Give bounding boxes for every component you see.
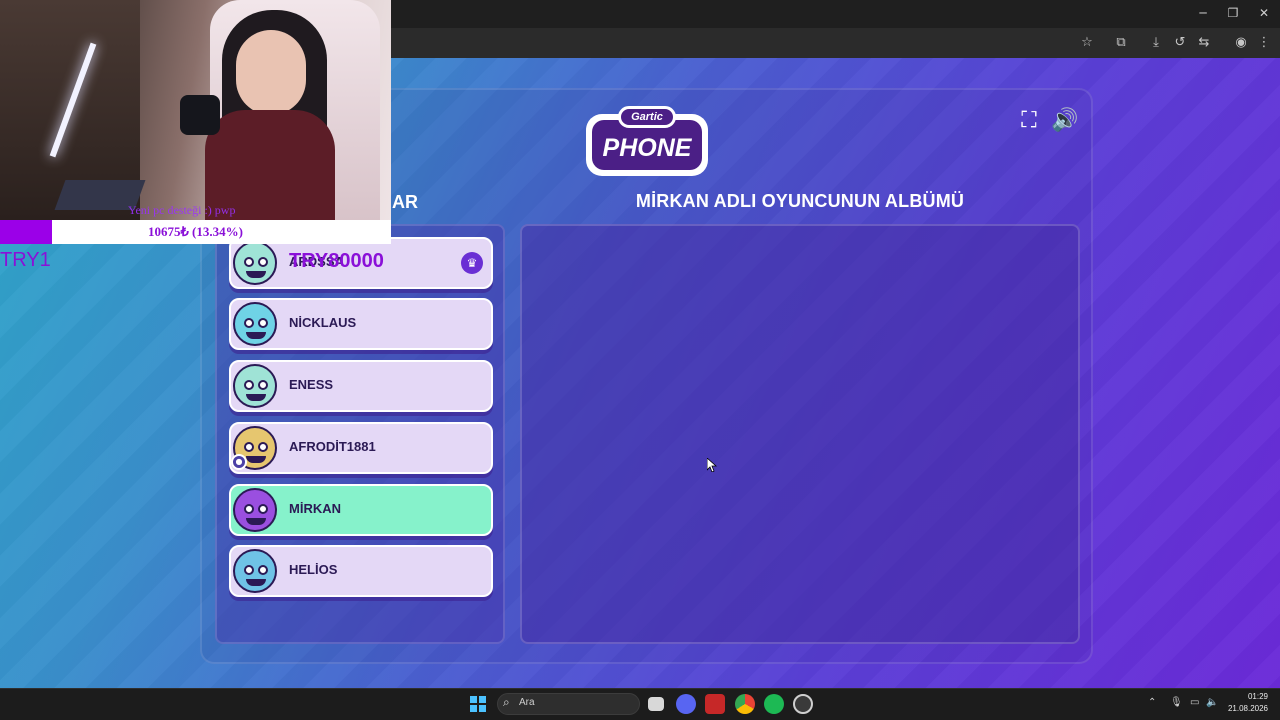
minimize-button[interactable]: ─ [1193,6,1213,20]
clock-time[interactable]: 01:29 [1228,692,1268,701]
close-window-button[interactable]: ✕ [1254,6,1274,20]
album-panel [520,224,1080,644]
menu-icon[interactable]: ⋮ [1254,33,1274,53]
display-icon[interactable]: ▭ [1190,697,1199,708]
player-card[interactable]: ● AFRODİT1881 [229,422,493,474]
logo-main-text: PHONE [602,134,692,162]
player-card[interactable]: HELİOS [229,545,493,597]
donation-goal-text: Yeni pc desteği :) pwp [128,203,236,217]
download-icon[interactable]: ⤓ [1146,33,1166,53]
clock-date[interactable]: 21.08.2026 [1222,704,1268,713]
chrome-icon[interactable] [735,694,755,714]
donation-goal-label: TRY80000 [289,250,384,272]
history-icon[interactable]: ↺ [1170,33,1190,53]
donation-progress-bar: 10675₺ (13.34%) [0,220,391,244]
player-card-active[interactable]: MİRKAN [229,484,493,536]
steam-icon[interactable] [793,694,813,714]
search-label: Ara [519,697,535,708]
donation-amount: 10675₺ (13.34%) [148,224,243,239]
avatar [233,241,277,285]
player-card[interactable]: NİCKLAUS [229,298,493,350]
spotify-icon[interactable] [764,694,784,714]
windows-start-icon[interactable] [468,694,488,714]
chevron-up-icon[interactable]: ⌃ [1148,697,1156,708]
user-icon: ● [231,454,247,470]
player-name: NİCKLAUS [289,315,357,330]
player-name: ENESS [289,377,334,392]
webcam-overlay: Yeni pc desteği :) pwp [0,0,391,220]
search-icon: ⌕ [503,695,510,709]
crown-icon: ♛ [461,252,483,274]
restore-button[interactable]: ❐ [1223,6,1243,20]
microphone-icon[interactable]: 🎙 [1170,697,1183,708]
logo-top-text: Gartic [618,106,676,128]
gartic-phone-logo: Gartic PHONE [586,104,708,176]
avatar [233,549,277,593]
fullscreen-icon[interactable]: ⛶ [1016,108,1042,134]
sound-icon[interactable]: 🔊 [1051,108,1078,134]
star-icon[interactable]: ☆ [1077,33,1097,53]
avatar [233,488,277,532]
player-card[interactable]: ENESS [229,360,493,412]
extensions-icon[interactable]: ⧉ [1111,33,1131,53]
player-name: MİRKAN [289,501,341,516]
volume-icon[interactable]: 🔈 [1206,697,1218,708]
players-title: AR [392,192,418,212]
task-view-icon[interactable] [648,697,664,711]
player-name: AFRODİT1881 [289,439,376,454]
avatar [233,364,277,408]
mouse-cursor-icon [707,458,717,472]
discord-icon[interactable] [676,694,696,714]
profile-icon[interactable]: ◉ [1231,33,1251,53]
player-name: HELİOS [289,562,338,577]
app-icon[interactable] [705,694,725,714]
taskbar [0,688,1280,720]
donation-min-label: TRY1 [0,249,51,271]
translate-icon[interactable]: ⇆ [1194,33,1214,53]
avatar [233,302,277,346]
album-title: MİRKAN ADLI OYUNCUNUN ALBÜMÜ [635,191,965,211]
